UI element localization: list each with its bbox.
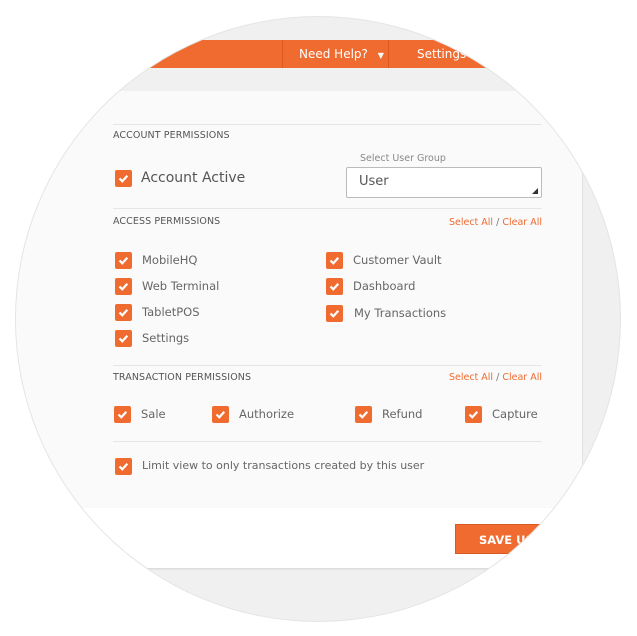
limit-view-checkbox[interactable] bbox=[115, 458, 132, 475]
transaction-permissions-title: TRANSACTION PERMISSIONS bbox=[113, 372, 252, 383]
divider bbox=[113, 441, 542, 442]
account-permissions-title: ACCOUNT PERMISSIONS bbox=[113, 130, 230, 141]
nav-divider bbox=[282, 40, 283, 68]
transaction-authorize-label: Authorize bbox=[239, 407, 295, 421]
transaction-capture-label: Capture bbox=[492, 407, 538, 421]
account-active-checkbox[interactable] bbox=[115, 170, 132, 187]
check-icon bbox=[468, 411, 479, 419]
transaction-refund-checkbox[interactable] bbox=[355, 406, 372, 423]
check-icon bbox=[118, 335, 129, 343]
transaction-select-links: Select All / Clear All bbox=[449, 372, 542, 383]
caret-down-icon: ▼ bbox=[377, 51, 384, 60]
access-tabletpos-checkbox[interactable] bbox=[115, 304, 132, 321]
check-icon bbox=[329, 257, 340, 265]
access-mobilehq-label: MobileHQ bbox=[142, 253, 198, 267]
transaction-authorize-checkbox[interactable] bbox=[212, 406, 229, 423]
nav-divider bbox=[388, 40, 389, 68]
access-mobilehq-checkbox[interactable] bbox=[115, 252, 132, 269]
divider bbox=[113, 208, 542, 209]
circular-viewport: Need Help? ▼ Settings ACCOUNT PERMISSION… bbox=[16, 17, 620, 621]
access-web-terminal-label: Web Terminal bbox=[142, 279, 220, 293]
top-nav: Need Help? ▼ Settings bbox=[16, 40, 620, 68]
access-dashboard-checkbox[interactable] bbox=[326, 278, 343, 295]
check-icon bbox=[118, 283, 129, 291]
access-select-links: Select All / Clear All bbox=[449, 217, 542, 228]
access-clear-all-link[interactable]: Clear All bbox=[502, 217, 542, 228]
check-icon bbox=[358, 411, 369, 419]
transaction-select-all-link[interactable]: Select All bbox=[449, 372, 493, 383]
check-icon bbox=[329, 283, 340, 291]
link-separator: / bbox=[496, 372, 500, 383]
access-web-terminal-checkbox[interactable] bbox=[115, 278, 132, 295]
access-settings-label: Settings bbox=[142, 331, 190, 345]
check-icon bbox=[118, 175, 129, 183]
permissions-panel bbox=[16, 91, 583, 508]
access-customer-vault-label: Customer Vault bbox=[353, 253, 442, 267]
check-icon bbox=[117, 411, 128, 419]
account-active-label: Account Active bbox=[141, 170, 246, 186]
transaction-refund-label: Refund bbox=[382, 407, 423, 421]
user-group-value: User bbox=[359, 174, 389, 189]
dropdown-arrow-icon bbox=[532, 188, 538, 194]
divider bbox=[113, 365, 542, 366]
user-group-label: Select User Group bbox=[360, 153, 446, 164]
need-help-menu[interactable]: Need Help? ▼ bbox=[299, 40, 384, 68]
access-permissions-title: ACCESS PERMISSIONS bbox=[113, 216, 221, 227]
transaction-sale-checkbox[interactable] bbox=[114, 406, 131, 423]
transaction-clear-all-link[interactable]: Clear All bbox=[502, 372, 542, 383]
settings-menu[interactable]: Settings bbox=[417, 40, 466, 68]
save-user-button[interactable]: SAVE USER bbox=[455, 524, 585, 554]
access-my-transactions-checkbox[interactable] bbox=[326, 305, 343, 322]
limit-view-label: Limit view to only transactions created … bbox=[142, 459, 425, 472]
access-tabletpos-label: TabletPOS bbox=[142, 305, 200, 319]
need-help-label: Need Help? bbox=[299, 47, 368, 61]
transaction-capture-checkbox[interactable] bbox=[465, 406, 482, 423]
access-dashboard-label: Dashboard bbox=[353, 279, 416, 293]
link-separator: / bbox=[496, 217, 500, 228]
check-icon bbox=[118, 257, 129, 265]
access-my-transactions-label: My Transactions bbox=[354, 306, 447, 320]
access-settings-checkbox[interactable] bbox=[115, 330, 132, 347]
check-icon bbox=[329, 310, 340, 318]
check-icon bbox=[215, 411, 226, 419]
transaction-sale-label: Sale bbox=[141, 407, 166, 421]
access-customer-vault-checkbox[interactable] bbox=[326, 252, 343, 269]
user-group-select[interactable]: User bbox=[346, 167, 542, 198]
divider bbox=[113, 124, 542, 125]
check-icon bbox=[118, 309, 129, 317]
check-icon bbox=[118, 463, 129, 471]
access-select-all-link[interactable]: Select All bbox=[449, 217, 493, 228]
